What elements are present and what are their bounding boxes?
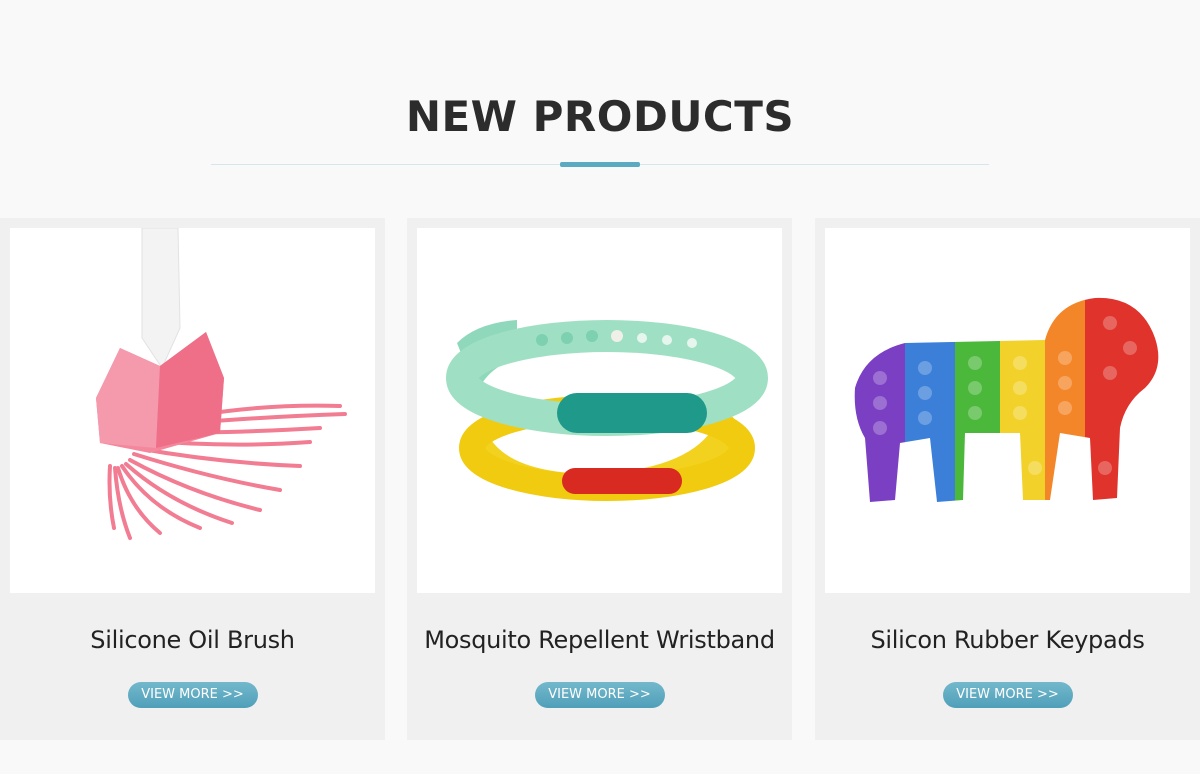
section-title: NEW PRODUCTS (405, 92, 795, 141)
product-title[interactable]: Silicon Rubber Keypads (815, 626, 1200, 654)
product-image-silicon-rubber-keypads[interactable] (825, 228, 1190, 593)
title-divider-accent (560, 162, 640, 167)
new-products-section: NEW PRODUCTS Silicone Oil Brush VIEW MOR… (0, 0, 1200, 774)
silicone-oil-brush-image (10, 228, 375, 593)
rainbow-lion-pop-keypad-image (825, 228, 1190, 593)
product-image-mosquito-wristband[interactable] (417, 228, 782, 593)
product-card-mosquito-wristband[interactable]: Mosquito Repellent Wristband VIEW MORE >… (407, 218, 792, 740)
product-card-silicon-rubber-keypads[interactable]: Silicon Rubber Keypads VIEW MORE >> (815, 218, 1200, 740)
product-title[interactable]: Silicone Oil Brush (0, 626, 385, 654)
product-title[interactable]: Mosquito Repellent Wristband (407, 626, 792, 654)
product-card-silicone-oil-brush[interactable]: Silicone Oil Brush VIEW MORE >> (0, 218, 385, 740)
view-more-button[interactable]: VIEW MORE >> (127, 682, 258, 708)
view-more-button[interactable]: VIEW MORE >> (942, 682, 1073, 708)
product-image-silicone-oil-brush[interactable] (10, 228, 375, 593)
view-more-button[interactable]: VIEW MORE >> (534, 682, 665, 708)
mosquito-wristband-image (417, 228, 782, 593)
